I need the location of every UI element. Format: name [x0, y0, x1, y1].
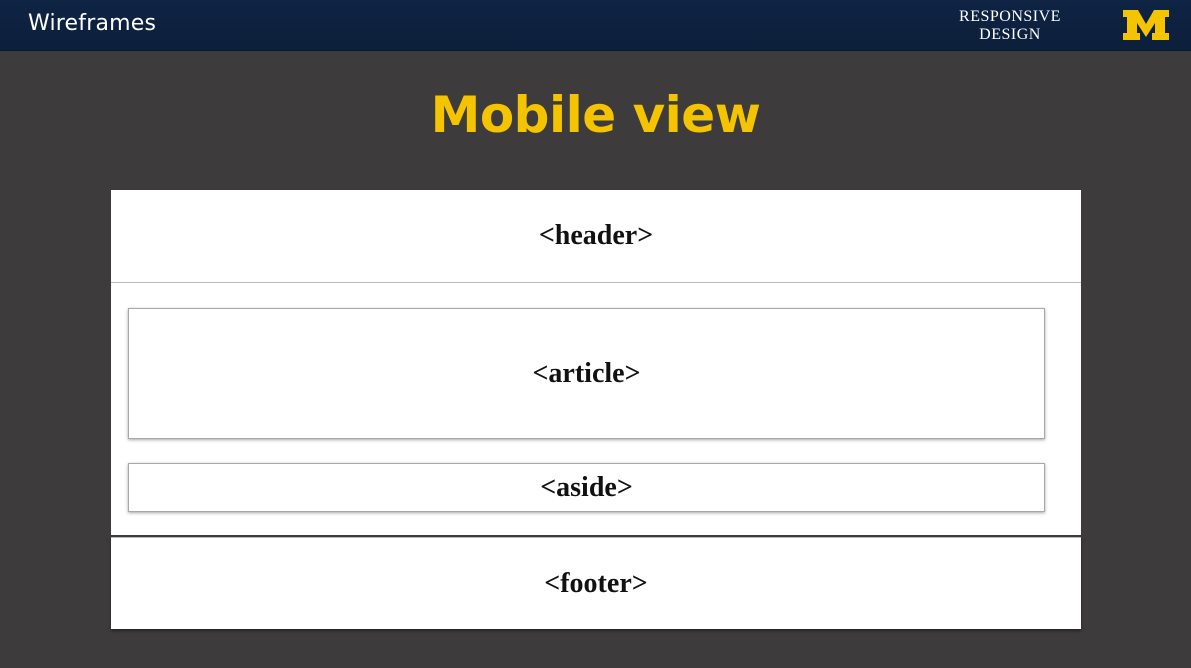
slide-title: Mobile view [430, 86, 761, 144]
wireframe-article-box: <article> [128, 308, 1045, 439]
wireframe-header-box: <header> [111, 190, 1081, 283]
article-label: <article> [532, 357, 641, 389]
wireframe-aside-box: <aside> [128, 463, 1045, 512]
header-label: <header> [538, 220, 654, 251]
footer-label: <footer> [544, 567, 648, 599]
course-brand: RESPONSIVE DESIGN [948, 8, 1072, 44]
wireframe-main-box: <article> <aside> [111, 283, 1081, 535]
aside-label: <aside> [540, 471, 633, 503]
top-bar: Wireframes RESPONSIVE DESIGN [0, 0, 1191, 51]
brand-line-2: DESIGN [979, 26, 1041, 43]
wireframe-footer-box: <footer> [111, 537, 1081, 629]
section-title: Wireframes [28, 11, 157, 36]
block-m-logo-icon [1123, 10, 1169, 40]
brand-line-1: RESPONSIVE [959, 8, 1061, 25]
